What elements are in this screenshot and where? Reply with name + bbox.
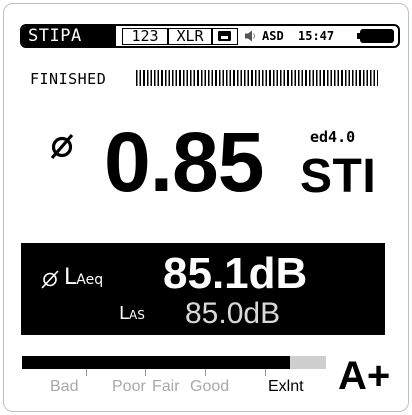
rating-scale-fill (22, 356, 290, 369)
sti-unit: STI (300, 150, 377, 203)
las-subscript: AS (129, 308, 145, 322)
laeq-subscript: Aeq (76, 272, 104, 288)
scale-tick (86, 369, 87, 376)
level-panel: LAeq 85.1dB LAS 85.0dB (21, 243, 385, 335)
laeq-value: 85.1dB (163, 249, 308, 298)
asd-label: ASD (262, 29, 284, 43)
speaker-icon (245, 30, 255, 42)
device-screen: STIPA 123 XLR ASD 15:47 FINISHED 0.85 ed… (3, 3, 409, 412)
laeq-prefix: L (64, 265, 77, 290)
las-value: 85.0dB (185, 297, 281, 330)
clock-time: 15:47 (298, 29, 335, 43)
sti-edition: ed4.0 (310, 128, 356, 146)
scale-tick (205, 369, 206, 376)
scale-label-poor: Poor (112, 378, 146, 395)
rating-scale: Bad Poor Fair Good Exlnt (22, 356, 326, 395)
scale-label-bad: Bad (50, 378, 79, 395)
laeq-label: LAeq (64, 265, 103, 293)
counter-label[interactable]: 123 (122, 28, 168, 45)
scale-label-good: Good (190, 378, 230, 395)
disk-icon (212, 28, 238, 45)
las-prefix: L (119, 303, 130, 324)
average-icon (41, 270, 59, 289)
input-label[interactable]: XLR (168, 28, 212, 45)
scale-tick (265, 369, 266, 376)
rating-grade: A+ (338, 354, 391, 398)
las-label: LAS (119, 303, 145, 326)
sti-value: 0.85 (104, 115, 264, 209)
scale-label-fair: Fair (152, 378, 180, 395)
scale-tick (145, 369, 146, 376)
scale-label-excellent: Exlnt (268, 378, 304, 395)
measurement-progress-bar (136, 70, 378, 86)
average-icon (50, 133, 74, 160)
rating-scale-track (22, 356, 326, 369)
status-bar: STIPA 123 XLR ASD 15:47 (20, 24, 400, 48)
battery-icon (357, 29, 394, 43)
measurement-status: FINISHED (30, 70, 107, 88)
mode-label[interactable]: STIPA (22, 26, 116, 46)
